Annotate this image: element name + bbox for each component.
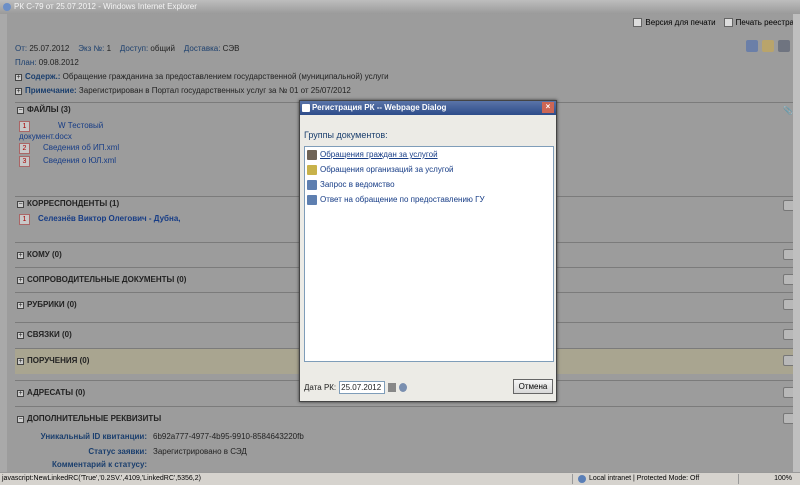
expand-icon[interactable]: + (15, 74, 22, 81)
person-icon (307, 150, 317, 160)
send-icon[interactable] (762, 40, 774, 52)
registration-dialog: Регистрация РК -- Webpage Dialog × Групп… (299, 100, 557, 402)
ie-icon (3, 3, 11, 11)
zoom-level[interactable]: 100% (774, 473, 792, 485)
organization-icon (307, 165, 317, 175)
vertical-scrollbar[interactable] (793, 14, 800, 472)
list-item[interactable]: Обращения граждан за услугой (305, 147, 553, 162)
status-bar: javascript:NewLinkedRC('True','0.2SV.',4… (0, 472, 800, 485)
dialog-footer: Дата РК: 25.07.2012 Отмена (304, 379, 554, 395)
document-icon (307, 195, 317, 205)
expand-icon[interactable]: + (15, 88, 22, 95)
document-icon (307, 180, 317, 190)
date-input[interactable]: 25.07.2012 (339, 380, 386, 394)
print-version-link[interactable]: Версия для печати (633, 17, 716, 27)
status-text: javascript:NewLinkedRC('True','0.2SV.',4… (2, 475, 201, 482)
document-groups-list[interactable]: Обращения граждан за услугой Обращения о… (304, 146, 554, 362)
cancel-button[interactable]: Отмена (513, 379, 553, 394)
gear-icon[interactable] (778, 40, 790, 52)
list-item[interactable]: Запрос в ведомство (305, 177, 553, 192)
printer-icon (723, 17, 733, 27)
list-item[interactable]: Обращения организаций за услугой (305, 162, 553, 177)
dialog-icon (302, 104, 310, 112)
file-link[interactable]: W Тестовый (58, 121, 103, 130)
print-registry-link[interactable]: Печать реестра (723, 17, 794, 27)
section-title[interactable]: − ДОПОЛНИТЕЛЬНЫЕ РЕКВИЗИТЫ (15, 412, 800, 426)
dialog-title-bar: Регистрация РК -- Webpage Dialog × (300, 101, 556, 115)
correspondent-link[interactable]: Селезнёв Виктор Олегович - Дубна, (38, 214, 181, 223)
extra-comment-row: Комментарий к статусу: (52, 460, 147, 469)
extra-status-row: Статус заявки: Зарегистрировано в СЭД (88, 447, 247, 456)
top-links: Версия для печати Печать реестра (633, 16, 794, 28)
date-label: Дата РК: (304, 382, 337, 392)
close-icon[interactable]: × (542, 102, 554, 113)
list-item[interactable]: Ответ на обращение по предоставлению ГУ (305, 192, 553, 207)
groups-title: Группы документов: (304, 130, 388, 140)
globe-icon (578, 475, 586, 483)
printer-icon (633, 17, 643, 27)
file-link[interactable]: Сведения об ИП.xml (43, 143, 119, 152)
edit-pencil-icon[interactable] (746, 40, 758, 52)
window-title: РК С-79 от 25.07.2012 - Windows Internet… (14, 2, 197, 11)
calendar-icon[interactable] (388, 382, 397, 392)
security-zone[interactable]: Local intranet | Protected Mode: Off (578, 473, 699, 485)
clear-icon[interactable] (399, 382, 408, 392)
window-title-bar: РК С-79 от 25.07.2012 - Windows Internet… (0, 0, 800, 14)
extra-uid-row: Уникальный ID квитанции: 6b92a777-4977-4… (40, 432, 304, 441)
file-link[interactable]: Сведения о ЮЛ.xml (43, 156, 116, 165)
section-extra: − ДОПОЛНИТЕЛЬНЫЕ РЕКВИЗИТЫ Уникальный ID … (15, 406, 800, 472)
